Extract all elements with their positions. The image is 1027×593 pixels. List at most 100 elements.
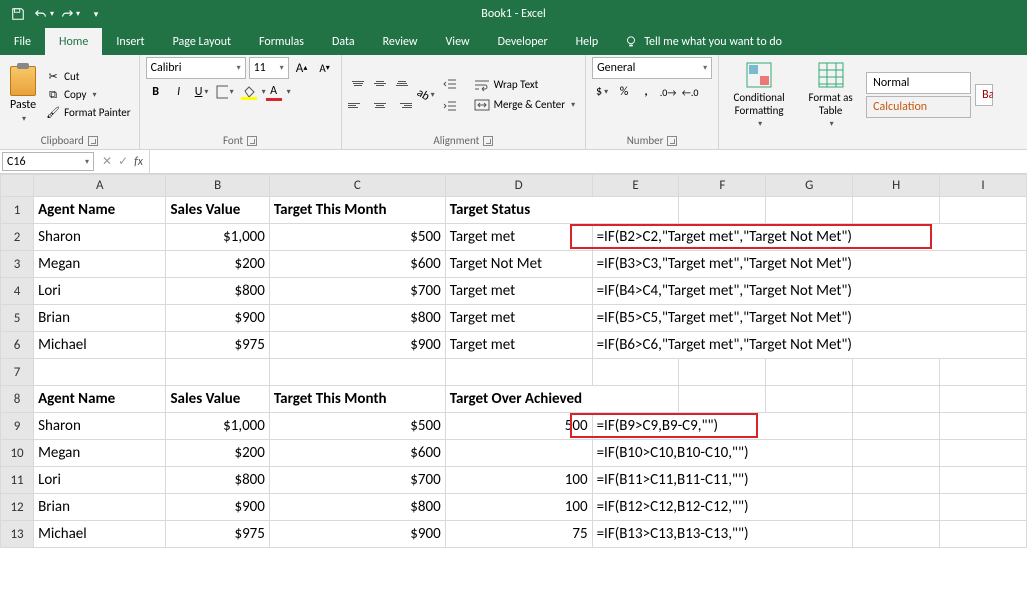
cell-A8[interactable]: Agent Name (34, 386, 166, 413)
tab-formulas[interactable]: Formulas (245, 28, 318, 55)
cell-C5[interactable]: $800 (269, 305, 445, 332)
tab-developer[interactable]: Developer (484, 28, 562, 55)
cell-E5[interactable]: =IF(B5>C5,"Target met","Target Not Met") (592, 305, 1026, 332)
comma-button[interactable]: , (636, 82, 656, 102)
cell-F8[interactable] (679, 386, 766, 413)
fill-color-button[interactable]: ▾ (238, 82, 260, 102)
percent-button[interactable]: % (614, 82, 634, 102)
cell-C8[interactable]: Target This Month (269, 386, 445, 413)
font-launcher-icon[interactable] (247, 136, 257, 146)
cell-C9[interactable]: $500 (269, 413, 445, 440)
cell-B10[interactable]: $200 (166, 440, 269, 467)
cell-E6[interactable]: =IF(B6>C6,"Target met","Target Not Met") (592, 332, 1026, 359)
row-header-8[interactable]: 8 (1, 386, 34, 413)
cell-E9[interactable]: =IF(B9>C9,B9-C9,"") (592, 413, 853, 440)
cell-H10[interactable] (853, 440, 940, 467)
cell-D6[interactable]: Target met (445, 332, 592, 359)
cell-H11[interactable] (853, 467, 940, 494)
increase-decimal-button[interactable]: .0→ (658, 82, 678, 102)
row-header-6[interactable]: 6 (1, 332, 34, 359)
cell-D1[interactable]: Target Status (445, 197, 679, 224)
cell-G1[interactable] (766, 197, 853, 224)
cell-E2[interactable]: =IF(B2>C2,"Target met","Target Not Met") (592, 224, 1026, 251)
cell-I10[interactable] (940, 440, 1027, 467)
format-as-table-button[interactable]: Format as Table▾ (799, 59, 862, 131)
tab-home[interactable]: Home (45, 28, 102, 55)
font-size-combo[interactable]: 11▾ (249, 57, 289, 79)
formula-input[interactable] (150, 150, 1027, 173)
tab-view[interactable]: View (432, 28, 484, 55)
font-name-combo[interactable]: Calibri▾ (146, 57, 246, 79)
cell-B9[interactable]: $1,000 (166, 413, 269, 440)
row-header-1[interactable]: 1 (1, 197, 34, 224)
save-icon[interactable] (6, 3, 30, 25)
cell-A10[interactable]: Megan (34, 440, 166, 467)
cell-A7[interactable] (34, 359, 166, 386)
enter-icon[interactable]: ✓ (118, 154, 128, 169)
cell-E10[interactable]: =IF(B10>C10,B10-C10,"") (592, 440, 853, 467)
cell-D7[interactable] (445, 359, 592, 386)
cell-E4[interactable]: =IF(B4>C4,"Target met","Target Not Met") (592, 278, 1026, 305)
cell-A6[interactable]: Michael (34, 332, 166, 359)
cell-D2[interactable]: Target met (445, 224, 592, 251)
grow-font-button[interactable]: A▴ (292, 58, 312, 78)
col-header-A[interactable]: A (34, 175, 166, 197)
cell-E13[interactable]: =IF(B13>C13,B13-C13,"") (592, 521, 853, 548)
decrease-decimal-button[interactable]: ←.0 (680, 82, 700, 102)
cell-B7[interactable] (166, 359, 269, 386)
cell-C11[interactable]: $700 (269, 467, 445, 494)
cell-H13[interactable] (853, 521, 940, 548)
tell-me[interactable]: Tell me what you want to do (612, 28, 794, 55)
cell-I7[interactable] (940, 359, 1027, 386)
select-all-corner[interactable] (1, 175, 34, 197)
cell-A3[interactable]: Megan (34, 251, 166, 278)
cell-H8[interactable] (853, 386, 940, 413)
conditional-formatting-button[interactable]: Conditional Formatting▾ (725, 59, 793, 131)
cut-button[interactable]: ✂Cut (44, 69, 132, 85)
col-header-G[interactable]: G (766, 175, 853, 197)
cell-F1[interactable] (679, 197, 766, 224)
cell-A4[interactable]: Lori (34, 278, 166, 305)
cell-I9[interactable] (940, 413, 1027, 440)
cell-A1[interactable]: Agent Name (34, 197, 166, 224)
cell-B1[interactable]: Sales Value (166, 197, 269, 224)
cell-D8[interactable]: Target Over Achieved (445, 386, 679, 413)
redo-icon[interactable]: ▾ (58, 3, 82, 25)
cell-E12[interactable]: =IF(B12>C12,B12-C12,"") (592, 494, 853, 521)
undo-icon[interactable]: ▾ (32, 3, 56, 25)
decrease-indent-button[interactable] (440, 74, 460, 94)
cell-D10[interactable] (445, 440, 592, 467)
row-header-3[interactable]: 3 (1, 251, 34, 278)
cell-I12[interactable] (940, 494, 1027, 521)
align-middle-button[interactable] (370, 74, 390, 94)
cell-H9[interactable] (853, 413, 940, 440)
shrink-font-button[interactable]: A▾ (315, 58, 335, 78)
cell-D3[interactable]: Target Not Met (445, 251, 592, 278)
underline-button[interactable]: U▾ (192, 82, 212, 102)
cell-C2[interactable]: $500 (269, 224, 445, 251)
cell-D4[interactable]: Target met (445, 278, 592, 305)
row-header-9[interactable]: 9 (1, 413, 34, 440)
col-header-F[interactable]: F (679, 175, 766, 197)
tab-help[interactable]: Help (562, 28, 613, 55)
col-header-B[interactable]: B (166, 175, 269, 197)
cell-A11[interactable]: Lori (34, 467, 166, 494)
cell-F7[interactable] (679, 359, 766, 386)
style-normal[interactable]: Normal (866, 72, 971, 94)
col-header-C[interactable]: C (269, 175, 445, 197)
cell-B3[interactable]: $200 (166, 251, 269, 278)
cell-B8[interactable]: Sales Value (166, 386, 269, 413)
cell-D13[interactable]: 75 (445, 521, 592, 548)
cell-C6[interactable]: $900 (269, 332, 445, 359)
border-button[interactable]: ▾ (215, 82, 235, 102)
cell-B6[interactable]: $975 (166, 332, 269, 359)
col-header-D[interactable]: D (445, 175, 592, 197)
tab-review[interactable]: Review (369, 28, 432, 55)
cell-H12[interactable] (853, 494, 940, 521)
row-header-10[interactable]: 10 (1, 440, 34, 467)
merge-center-button[interactable]: Merge & Center▾ (470, 96, 580, 114)
cell-C7[interactable] (269, 359, 445, 386)
align-center-button[interactable] (370, 96, 390, 116)
wrap-text-button[interactable]: Wrap Text (470, 76, 580, 94)
cell-E11[interactable]: =IF(B11>C11,B11-C11,"") (592, 467, 853, 494)
